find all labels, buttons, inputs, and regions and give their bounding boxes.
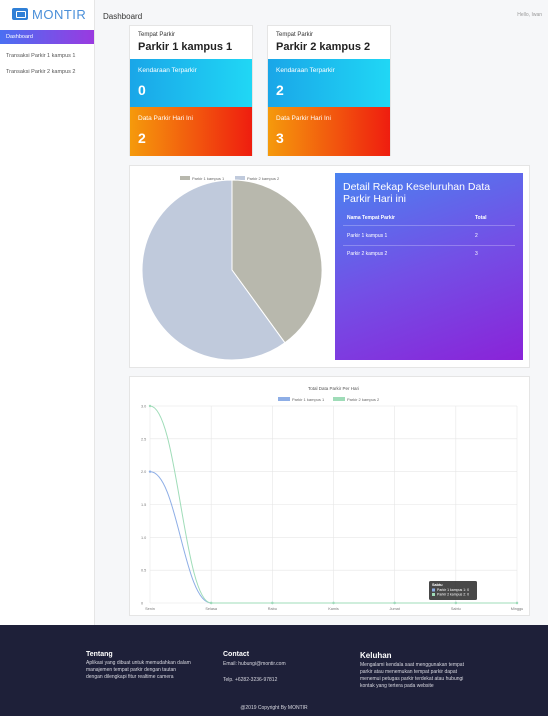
sidebar: MONTIR Dashboard Transaksi Parkir 1 kamp… xyxy=(0,0,95,625)
terparkir-label: Kendaraan Terparkir xyxy=(276,67,335,74)
terparkir-box: Kendaraan Terparkir 2 xyxy=(268,59,390,107)
tooltip-swatch xyxy=(432,588,435,592)
x-tick-label: Senin xyxy=(145,607,155,611)
hari-ini-box: Data Parkir Hari Ini 2 xyxy=(130,107,252,156)
pie-legend-swatch xyxy=(235,176,245,180)
page-title: Dashboard xyxy=(103,12,143,21)
hari-ini-label: Data Parkir Hari Ini xyxy=(276,115,331,122)
hari-ini-box: Data Parkir Hari Ini 3 xyxy=(268,107,390,156)
card-name: Parkir 1 kampus 1 xyxy=(138,41,233,53)
rekap-divider xyxy=(343,225,515,226)
brand-name: MONTIR xyxy=(32,6,87,22)
y-tick-label: 0 xyxy=(141,602,143,606)
rekap-row-total: 3 xyxy=(475,251,478,257)
hari-ini-value: 2 xyxy=(138,130,146,146)
line-legend-swatch xyxy=(333,397,345,401)
terparkir-box: Kendaraan Terparkir 0 xyxy=(130,59,252,107)
parking-logo-icon xyxy=(12,8,28,20)
y-tick-label: 3.0 xyxy=(141,405,146,409)
x-tick-label: Rabu xyxy=(268,607,277,611)
footer-copyright: @2019 Copyright By MONTIR xyxy=(240,705,308,711)
footer-phone: Telp. +6282-3236-97812 xyxy=(223,677,278,683)
line-legend-label: Parkir 1 kampus 1 xyxy=(292,397,325,402)
footer: Tentang Aplikasi yang dibuat untuk memud… xyxy=(0,625,548,716)
tooltip-swatch xyxy=(432,593,435,596)
rekap-row-name: Parkir 1 kampus 1 xyxy=(347,233,388,239)
line-point xyxy=(148,470,152,473)
y-tick-label: 0.5 xyxy=(141,569,146,573)
x-tick-label: Jumat xyxy=(389,607,400,611)
footer-tentang-line: dengan dilengkapi fitur realtime camera xyxy=(86,674,174,680)
rekap-panel: Detail Rekap Keseluruhan Data Parkir Har… xyxy=(335,173,523,360)
rekap-row-total: 2 xyxy=(475,233,478,239)
x-tick-label: Selasa xyxy=(205,607,217,611)
rekap-title: Detail Rekap Keseluruhan Data Parkir Har… xyxy=(343,181,491,205)
brand[interactable]: MONTIR xyxy=(0,0,94,28)
line-legend-label: Parkir 2 kampus 2 xyxy=(347,397,380,402)
x-tick-label: Sabtu xyxy=(451,607,461,611)
footer-tentang-line: Aplikasi yang dibuat untuk memudahkan da… xyxy=(86,660,191,666)
line-point xyxy=(332,601,335,605)
terparkir-label: Kendaraan Terparkir xyxy=(138,67,197,74)
footer-keluhan-line: menemui petugas parkir terdekat atau hub… xyxy=(360,676,464,682)
rekap-col-name: Nama Tempat Parkir xyxy=(347,215,395,221)
y-tick-label: 2.0 xyxy=(141,470,146,474)
footer-keluhan-line: Mengalami kendala saat menggunakan tempa… xyxy=(360,662,464,668)
line-point xyxy=(148,404,152,408)
sidebar-item-transaksi-1[interactable]: Transaksi Parkir 1 kampus 1 xyxy=(0,48,94,64)
line-chart: Total Data Parkir Per Hari Parkir 1 kampu… xyxy=(141,386,523,611)
footer-keluhan-line: kontak yang tertera pada website xyxy=(360,683,434,689)
hari-ini-label: Data Parkir Hari Ini xyxy=(138,115,193,122)
rekap-row-name: Parkir 2 kampus 2 xyxy=(347,251,388,257)
pie-chart: Parkir 1 kampus 1 Parkir 2 kampus 2 xyxy=(141,176,323,361)
tooltip-line: Parkir 2 kampus 2: 0 xyxy=(437,593,469,597)
y-tick-label: 1.0 xyxy=(141,536,146,540)
terparkir-value: 2 xyxy=(276,82,284,98)
footer-tentang-line: manajemen tempat parkir dengan tautan xyxy=(86,667,177,673)
tooltip-title: Sabtu xyxy=(432,583,443,587)
user-menu-link[interactable]: Hello, Iwan xyxy=(517,12,542,18)
x-tick-label: Minggu xyxy=(511,607,523,611)
sidebar-item-dashboard[interactable]: Dashboard xyxy=(0,30,94,44)
y-tick-label: 2.5 xyxy=(141,437,146,441)
line-chart-title: Total Data Parkir Per Hari xyxy=(308,386,359,391)
line-point xyxy=(271,601,274,605)
card-name: Parkir 2 kampus 2 xyxy=(276,41,371,53)
sidebar-item-transaksi-2[interactable]: Transaksi Parkir 2 kampus 2 xyxy=(0,64,94,80)
y-tick-label: 1.5 xyxy=(141,503,146,507)
parking-card-2: Tempat Parkir Parkir 2 kampus 2 Kendaraa… xyxy=(267,25,391,156)
x-tick-label: Kamis xyxy=(328,607,339,611)
card-label: Tempat Parkir xyxy=(138,32,176,38)
footer-email[interactable]: Email: hubungi@montir.com xyxy=(223,661,286,668)
pie-legend-label: Parkir 2 kampus 2 xyxy=(247,176,280,181)
rekap-divider xyxy=(343,245,515,246)
line-chart-panel: Total Data Parkir Per Hari Parkir 1 kampu… xyxy=(129,376,530,616)
card-label: Tempat Parkir xyxy=(276,32,314,38)
pie-legend-label: Parkir 1 kampus 1 xyxy=(192,176,225,181)
tooltip-line: Parkir 1 kampus 1: 0 xyxy=(437,588,469,592)
hari-ini-value: 3 xyxy=(276,130,284,146)
footer-keluhan-title: Keluhan xyxy=(360,651,392,660)
line-point xyxy=(515,601,519,605)
footer-tentang-title: Tentang xyxy=(86,651,113,658)
parking-card-1: Tempat Parkir Parkir 1 kampus 1 Kendaraa… xyxy=(129,25,253,156)
line-point xyxy=(454,601,458,605)
topbar: Dashboard Hello, Iwan xyxy=(95,0,548,26)
terparkir-value: 0 xyxy=(138,82,146,98)
pie-legend-swatch xyxy=(180,176,190,180)
line-legend-swatch xyxy=(278,397,290,401)
line-point xyxy=(209,601,213,605)
rekap-col-total: Total xyxy=(475,215,487,221)
line-point xyxy=(393,601,396,605)
footer-keluhan-line: parkir atau menemukan tempat parkir dapa… xyxy=(360,669,457,675)
footer-contact-title: Contact xyxy=(223,651,250,658)
